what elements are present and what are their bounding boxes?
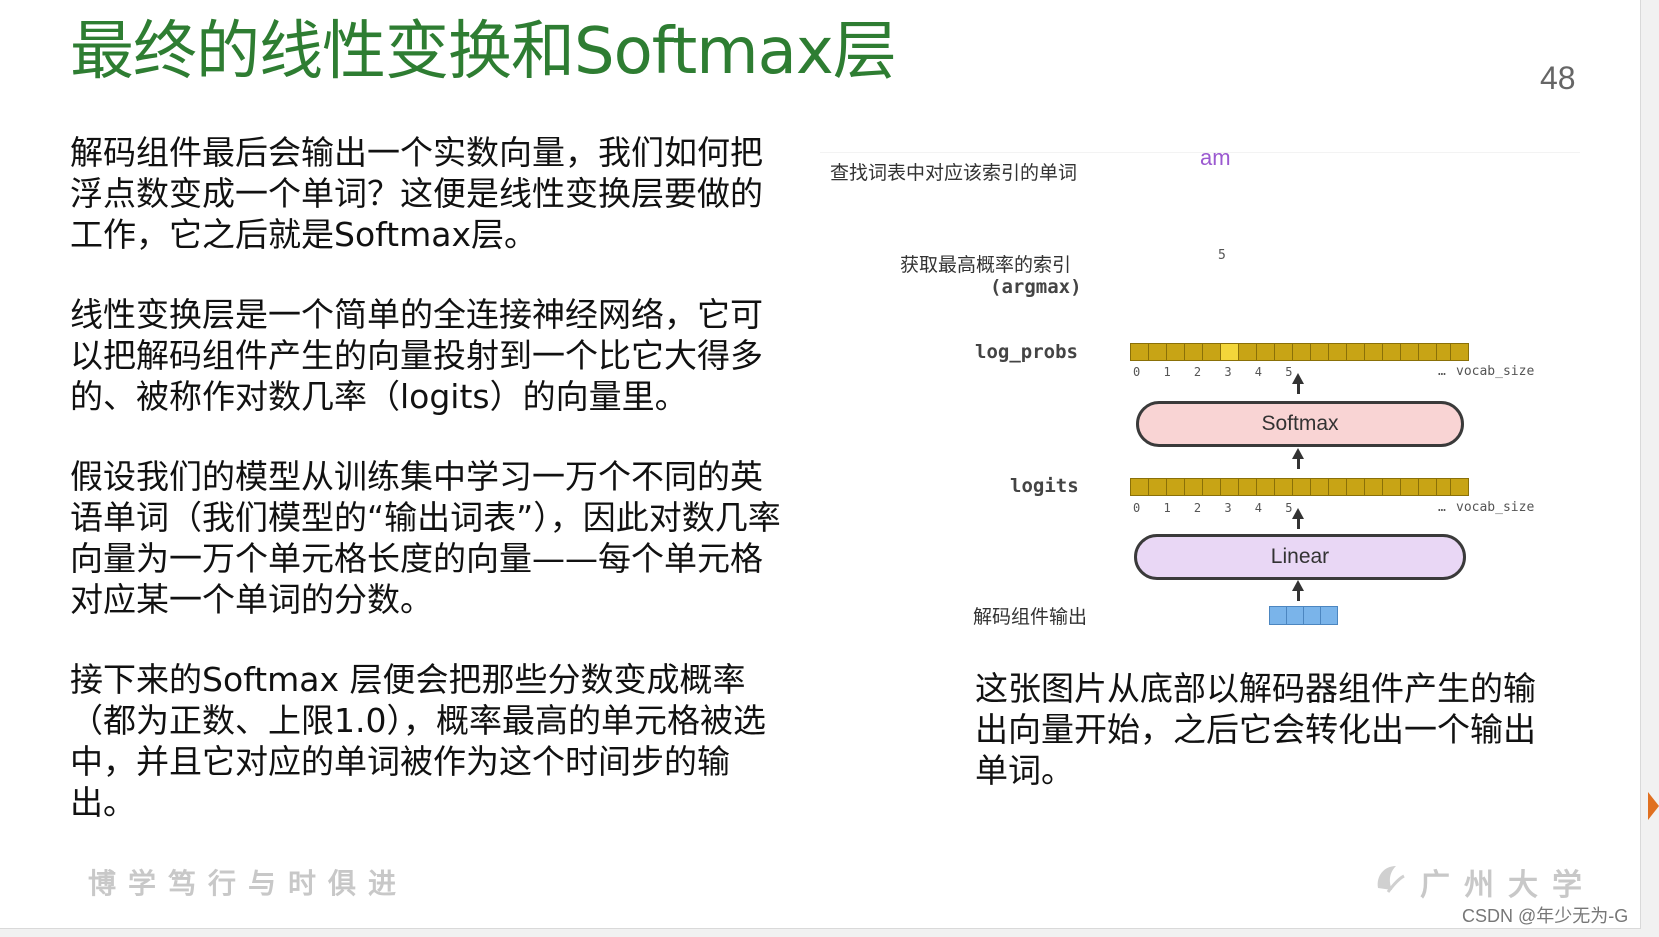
log-probs-index-ticks: 0 1 2 3 4 5 — [1133, 365, 1301, 379]
slide-title: 最终的线性变换和Softmax层 — [70, 15, 897, 89]
vector-cell — [1184, 343, 1203, 361]
vector-cell — [1184, 478, 1203, 496]
log-probs-last-cell — [1450, 343, 1469, 361]
linear-layer: Linear — [1134, 534, 1466, 580]
vector-cell — [1328, 478, 1347, 496]
vector-cell — [1310, 478, 1329, 496]
softmax-layer: Softmax — [1136, 401, 1464, 447]
vector-cell — [1346, 478, 1365, 496]
vector-cell — [1202, 478, 1221, 496]
vector-cell — [1400, 478, 1419, 496]
log-probs-ellipsis: … — [1438, 364, 1446, 379]
vector-cell — [1274, 343, 1293, 361]
argmax-value: 5 — [1218, 248, 1226, 263]
vector-cell — [1346, 343, 1365, 361]
decoder-output-vector — [1269, 606, 1338, 625]
orange-marker — [1648, 792, 1659, 820]
decoder-output-label: 解码组件输出 — [973, 606, 1088, 628]
logits-ellipsis: … — [1438, 500, 1446, 515]
vector-cell — [1238, 478, 1257, 496]
vector-cell — [1364, 478, 1383, 496]
body-text: 解码组件最后会输出一个实数向量，我们如何把浮点数变成一个单词？这便是线性变换层要… — [70, 132, 795, 862]
vector-cell — [1220, 478, 1239, 496]
logits-index-ticks: 0 1 2 3 4 5 — [1133, 501, 1301, 515]
vector-cell — [1269, 606, 1287, 625]
arrow-up-icon — [1292, 508, 1304, 529]
arrow-up-icon — [1292, 373, 1304, 394]
vector-cell — [1418, 478, 1437, 496]
paragraph-1: 解码组件最后会输出一个实数向量，我们如何把浮点数变成一个单词？这便是线性变换层要… — [70, 133, 763, 254]
vector-cell — [1310, 343, 1329, 361]
csdn-watermark: CSDN @年少无为-G — [1462, 906, 1629, 926]
logits-last-cell — [1450, 478, 1469, 496]
vector-cell — [1148, 478, 1167, 496]
vector-cell — [1450, 343, 1469, 361]
lookup-label: 查找词表中对应该索引的单词 — [830, 162, 1078, 184]
argmax-code: (argmax) — [990, 276, 1082, 298]
arrow-up-icon — [1292, 580, 1304, 601]
output-word: am — [1200, 145, 1231, 170]
logits-vector — [1130, 478, 1455, 496]
log-probs-label: log_probs — [975, 341, 1078, 363]
paragraph-2: 线性变换层是一个简单的全连接神经网络，它可以把解码组件产生的向量投射到一个比它大… — [70, 295, 763, 416]
motto: 博学笃行与时俱进 — [88, 867, 409, 900]
vector-cell — [1220, 343, 1239, 361]
vector-cell — [1202, 343, 1221, 361]
vector-cell — [1400, 343, 1419, 361]
vector-cell — [1320, 606, 1338, 625]
vector-cell — [1274, 478, 1293, 496]
logits-vocab-size: vocab_size — [1456, 500, 1535, 515]
vector-cell — [1166, 343, 1185, 361]
vector-cell — [1418, 343, 1437, 361]
vector-cell — [1166, 478, 1185, 496]
vector-cell — [1292, 343, 1311, 361]
paragraph-3: 假设我们的模型从训练集中学习一万个不同的英语单词（我们模型的“输出词表”），因此… — [70, 457, 781, 619]
vector-cell — [1256, 343, 1275, 361]
vector-cell — [1364, 343, 1383, 361]
vector-cell — [1286, 606, 1304, 625]
vector-cell — [1292, 478, 1311, 496]
diagram-caption: 这张图片从底部以解码器组件产生的输出向量开始，之后它会转化出一个输出单词。 — [975, 669, 1536, 790]
vector-cell — [1450, 478, 1469, 496]
university-name: 广州大学 — [1420, 868, 1596, 903]
log-probs-vocab-size: vocab_size — [1456, 364, 1535, 379]
paragraph-4: 接下来的Softmax 层便会把那些分数变成概率（都为正数、上限1.0），概率最… — [70, 660, 766, 822]
logits-label: logits — [1010, 475, 1079, 497]
vector-cell — [1328, 343, 1347, 361]
vector-cell — [1238, 343, 1257, 361]
slide: 最终的线性变换和Softmax层 48 解码组件最后会输出一个实数向量，我们如何… — [0, 0, 1641, 929]
vector-cell — [1303, 606, 1321, 625]
vector-cell — [1130, 343, 1149, 361]
vector-cell — [1256, 478, 1275, 496]
arrow-up-icon — [1292, 448, 1304, 469]
vector-cell — [1130, 478, 1149, 496]
vector-cell — [1382, 478, 1401, 496]
vector-cell — [1148, 343, 1167, 361]
argmax-label: 获取最高概率的索引 — [900, 254, 1072, 276]
page-number: 48 — [1540, 60, 1576, 96]
vector-cell — [1382, 343, 1401, 361]
log-probs-vector — [1130, 343, 1455, 361]
university-logo-icon — [1377, 866, 1405, 893]
